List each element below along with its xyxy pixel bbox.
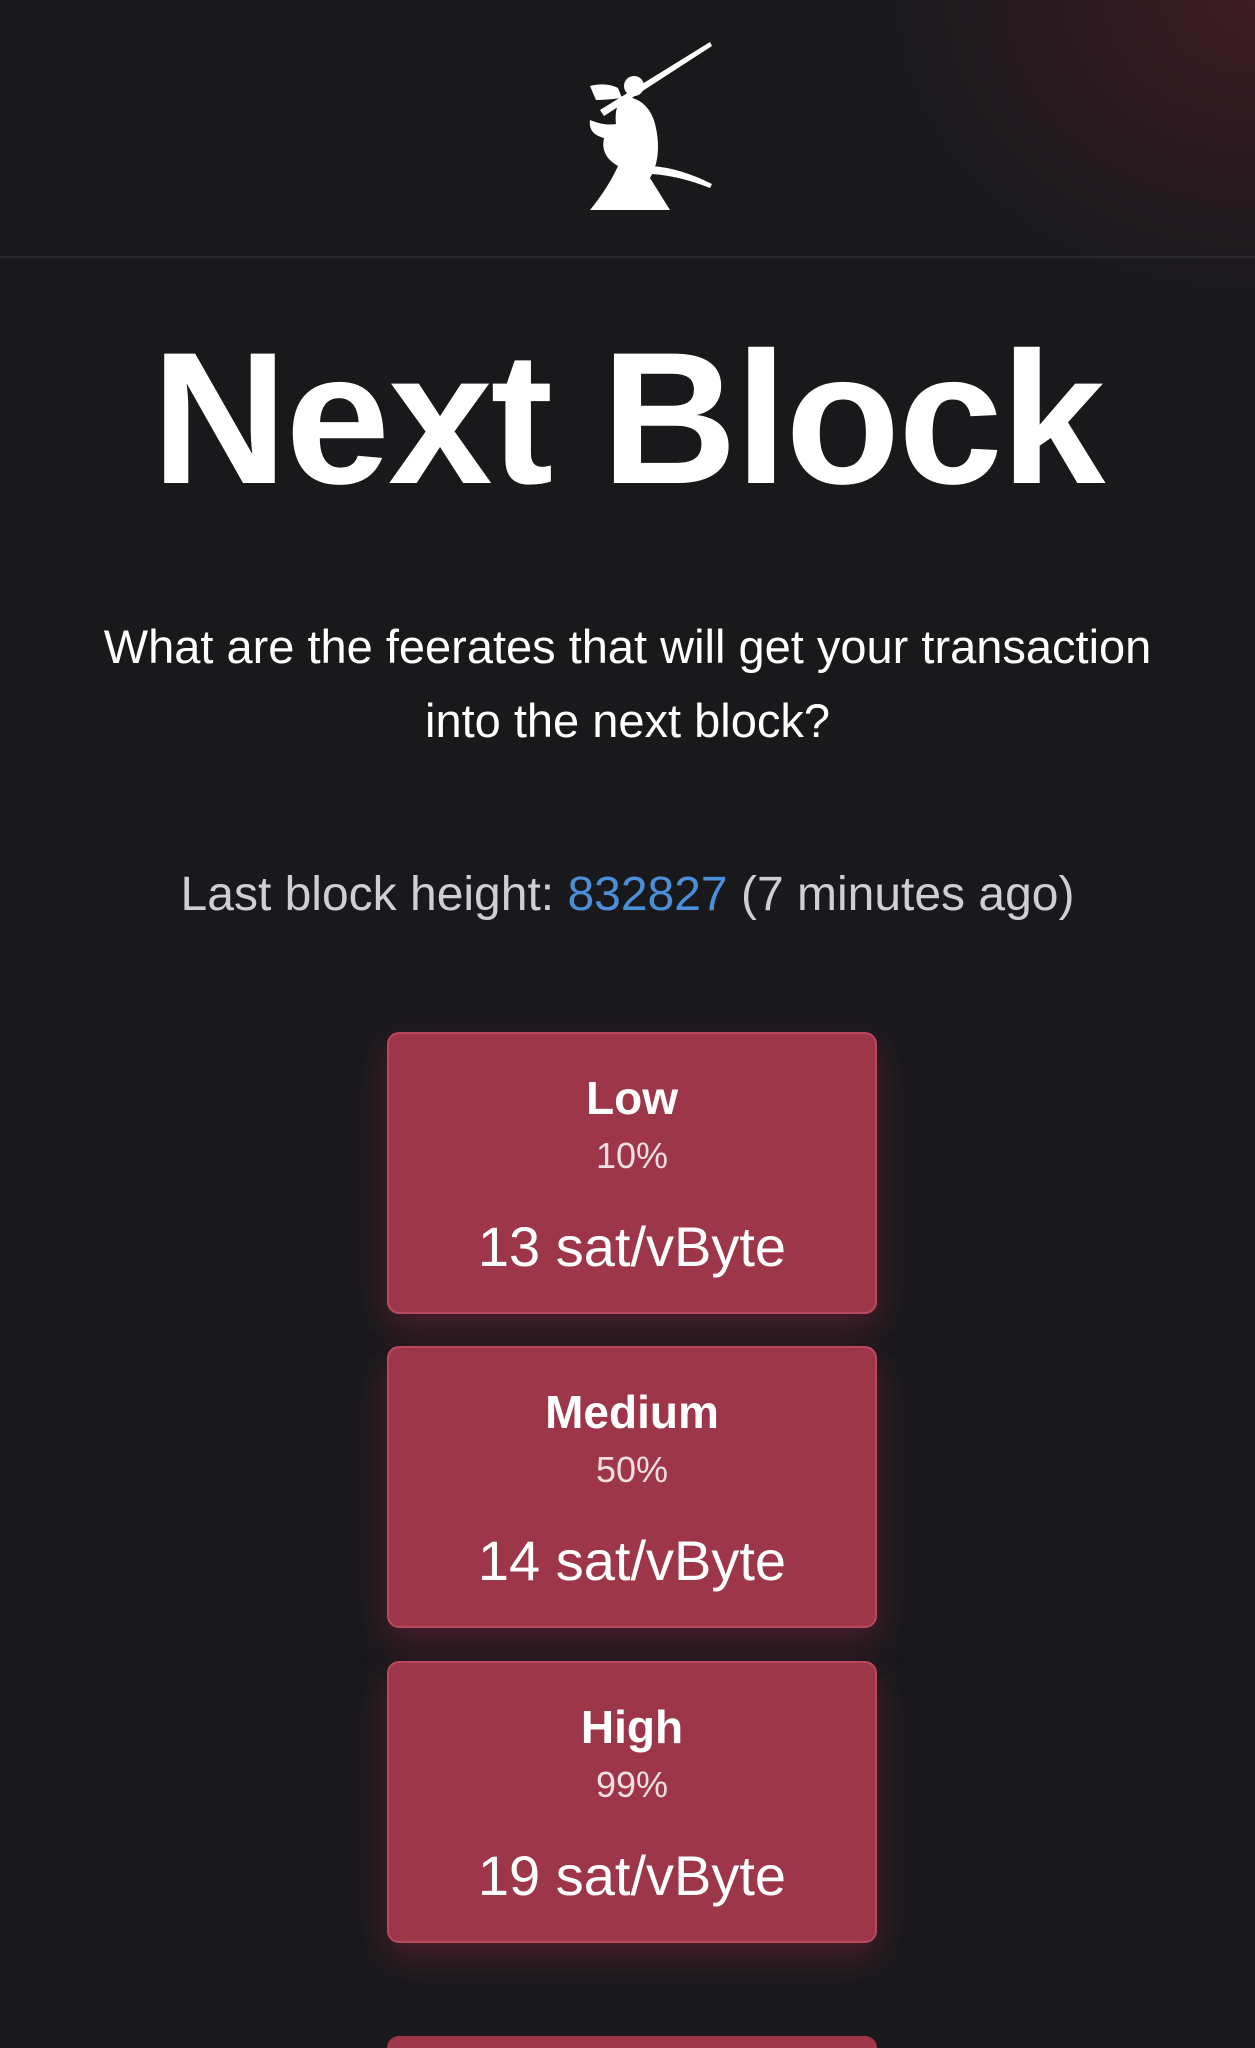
- feerate-card-high: High 99% 19 sat/vByte: [387, 1661, 877, 1943]
- feerate-label: Medium: [545, 1386, 719, 1438]
- feerate-value: 19 sat/vByte: [477, 1844, 787, 1907]
- feerate-percent: 10%: [595, 1135, 669, 1176]
- page: Next Block What are the feerates that wi…: [0, 0, 1255, 2048]
- last-block-time: (7 minutes ago): [727, 868, 1075, 921]
- page-subtitle: What are the feerates that will get your…: [103, 620, 1152, 747]
- feerate-card-medium: Medium 50% 14 sat/vByte: [387, 1346, 877, 1628]
- block-height-link[interactable]: 832827: [567, 868, 727, 921]
- last-block-info: Last block height: 832827 (7 minutes ago…: [0, 860, 1255, 930]
- feerate-label: Low: [586, 1072, 678, 1124]
- samurai-logo-icon[interactable]: [560, 38, 716, 212]
- header: [0, 0, 1255, 258]
- feerate-value: 13 sat/vByte: [477, 1215, 787, 1278]
- feerate-card-next: [387, 2036, 877, 2048]
- feerate-card-low: Low 10% 13 sat/vByte: [387, 1032, 877, 1314]
- feerate-label: High: [580, 1701, 684, 1753]
- feerate-percent: 50%: [595, 1449, 669, 1490]
- page-title: Next Block: [151, 313, 1106, 523]
- feerate-value: 14 sat/vByte: [477, 1529, 787, 1592]
- feerate-percent: 99%: [595, 1764, 669, 1805]
- last-block-prefix: Last block height:: [180, 868, 568, 921]
